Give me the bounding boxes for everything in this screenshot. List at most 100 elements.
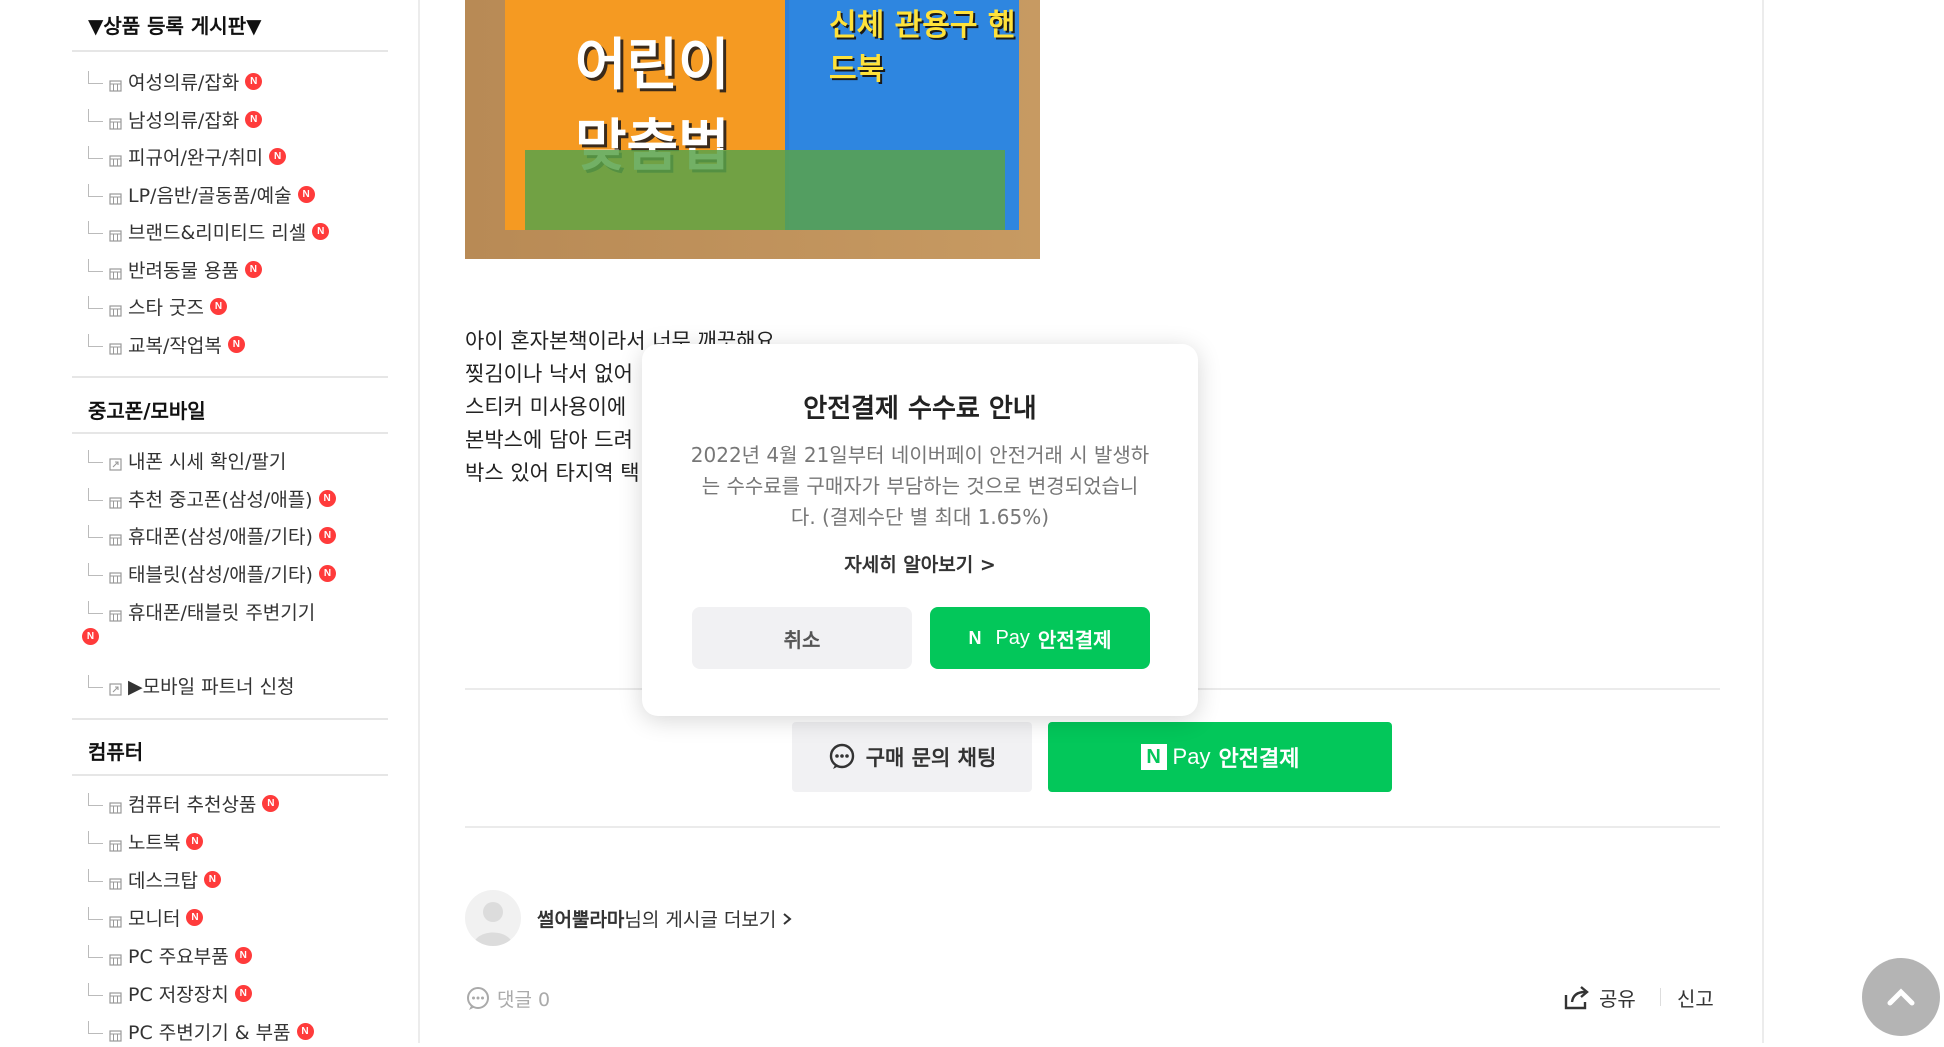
new-badge: N xyxy=(82,628,99,645)
board-icon xyxy=(109,263,122,280)
sidebar-item-label: 컴퓨터 추천상품 xyxy=(128,794,257,816)
sidebar-item[interactable]: 추천 중고폰(삼성/애플) N xyxy=(88,485,336,512)
sidebar-item[interactable]: 모니터 N xyxy=(88,904,204,931)
board-icon xyxy=(109,188,122,205)
tree-line xyxy=(88,907,103,920)
avatar-icon xyxy=(473,902,513,946)
modal-description: 2022년 4월 21일부터 네이버페이 안전거래 시 발생하는 수수료를 구매… xyxy=(690,443,1150,529)
sidebar-item[interactable]: PC 주요부품 N xyxy=(88,942,252,969)
post-body-line: 스티커 미사용이에 xyxy=(465,395,627,419)
report-button[interactable]: 신고 xyxy=(1677,983,1714,1012)
new-badge: N xyxy=(245,73,263,90)
sidebar-divider xyxy=(72,718,388,720)
sidebar-item[interactable]: 컴퓨터 추천상품 N xyxy=(88,790,280,817)
product-photo: 어린이 맞춤법 신체 관용구 핸드북 xyxy=(465,0,1040,259)
sidebar-divider xyxy=(72,50,388,52)
board-icon xyxy=(109,987,122,1004)
tree-line xyxy=(88,793,103,806)
sidebar-item-label: PC 저장장치 xyxy=(128,984,229,1006)
tree-line xyxy=(88,71,103,84)
board-icon xyxy=(109,338,122,355)
sidebar-item-label: 휴대폰/태블릿 주변기기 xyxy=(128,602,316,624)
new-badge: N xyxy=(318,527,336,544)
sidebar-item[interactable]: LP/음반/골동품/예술 N xyxy=(88,181,315,208)
modal-npay-button[interactable]: N Pay 안전결제 xyxy=(930,607,1150,669)
board-icon xyxy=(109,492,122,509)
chat-inquiry-button[interactable]: 구매 문의 채팅 xyxy=(792,722,1032,792)
tree-line xyxy=(88,831,103,844)
sidebar-item[interactable]: 휴대폰(삼성/애플/기타) N xyxy=(88,522,336,549)
sidebar-item[interactable]: 반려동물 용품 N xyxy=(88,256,262,283)
board-icon xyxy=(109,605,122,622)
sidebar-item-label: 반려동물 용품 xyxy=(128,260,239,282)
sidebar-item[interactable]: PC 주변기기 & 부품 N xyxy=(88,1018,314,1045)
sidebar-divider xyxy=(418,0,420,1043)
safe-payment-label: 안전결제 xyxy=(1218,747,1300,772)
author-name: 썰어뿔라마 xyxy=(537,908,625,931)
board-icon xyxy=(109,911,122,928)
tree-line xyxy=(88,146,103,159)
sidebar-item[interactable]: 교복/작업복 N xyxy=(88,331,245,358)
sidebar-item-label: 교복/작업복 xyxy=(128,335,222,357)
safe-payment-label: 안전결제 xyxy=(1037,627,1112,652)
tree-line xyxy=(88,259,103,272)
chevron-right-icon xyxy=(783,912,792,925)
tree-line xyxy=(88,1021,103,1034)
sidebar-item[interactable]: 휴대폰/태블릿 주변기기 N xyxy=(82,598,316,645)
sidebar-item[interactable]: 피규어/완구/취미 N xyxy=(88,143,287,170)
comment-count[interactable]: 댓글 0 xyxy=(465,985,550,1012)
post-body-line: 본박스에 담아 드려 xyxy=(465,428,633,452)
board-icon xyxy=(109,797,122,814)
board-icon xyxy=(109,300,122,317)
chat-bubble-icon xyxy=(829,743,854,769)
sidebar-section-title: 컴퓨터 xyxy=(88,740,144,764)
sidebar-item[interactable]: 여성의류/잡화 N xyxy=(88,68,263,95)
board-icon xyxy=(109,949,122,966)
sidebar-item[interactable]: PC 저장장치 N xyxy=(88,980,252,1007)
board-icon xyxy=(109,113,122,130)
sidebar-item-label: 추천 중고폰(삼성/애플) xyxy=(128,489,313,511)
npay-n-logo: N xyxy=(1140,744,1167,770)
sidebar-item-label: 노트북 xyxy=(128,832,181,854)
cancel-button[interactable]: 취소 xyxy=(692,607,912,669)
board-icon xyxy=(109,835,122,852)
board-icon xyxy=(109,873,122,890)
sidebar-item-label: LP/음반/골동품/예술 xyxy=(128,185,292,207)
sidebar-item[interactable]: 데스크탑 N xyxy=(88,866,221,893)
sidebar-item[interactable]: 내폰 시세 확인/팔기 xyxy=(88,447,286,474)
learn-more-link[interactable]: 자세히 알아보기 > xyxy=(642,550,1198,577)
author-posts-link[interactable]: 썰어뿔라마님의 게시글 더보기 xyxy=(537,905,792,932)
scroll-to-top-button[interactable] xyxy=(1862,958,1940,1036)
tree-line xyxy=(88,675,103,688)
npay-safe-payment-button[interactable]: N Pay 안전결제 xyxy=(1048,722,1392,792)
fee-notice-modal: 안전결제 수수료 안내 2022년 4월 21일부터 네이버페이 안전거래 시 … xyxy=(642,344,1198,716)
action-separator xyxy=(1660,988,1661,1006)
sidebar: ▼상품 등록 게시판▼ 여성의류/잡화 N 남성의류/잡화 N 피규어/완구/취미 N LP/… xyxy=(72,0,388,1045)
external-link-icon xyxy=(109,454,122,471)
tree-line xyxy=(88,109,103,122)
new-badge: N xyxy=(312,223,330,240)
sidebar-item[interactable]: 노트북 N xyxy=(88,828,204,855)
sidebar-item-label: 휴대폰(삼성/애플/기타) xyxy=(128,526,313,548)
share-button[interactable]: 공유 xyxy=(1563,983,1636,1012)
share-label: 공유 xyxy=(1599,987,1636,1011)
sidebar-item-label: 태블릿(삼성/애플/기타) xyxy=(128,564,313,586)
sidebar-item[interactable]: ▶모바일 파트너 신청 xyxy=(88,672,295,699)
sidebar-item[interactable]: 남성의류/잡화 N xyxy=(88,106,263,133)
sidebar-divider xyxy=(72,376,388,378)
tree-line xyxy=(88,983,103,996)
new-badge: N xyxy=(203,871,221,888)
sidebar-item-label: 모니터 xyxy=(128,908,181,930)
tree-line xyxy=(88,563,103,576)
tree-line xyxy=(88,869,103,882)
board-icon xyxy=(109,529,122,546)
sidebar-item[interactable]: 브랜드&리미티드 리셀 N xyxy=(88,218,330,245)
tree-line xyxy=(88,945,103,958)
sidebar-item[interactable]: 태블릿(삼성/애플/기타) N xyxy=(88,560,336,587)
new-badge: N xyxy=(186,833,204,850)
new-badge: N xyxy=(245,111,263,128)
external-link-icon xyxy=(109,679,122,696)
board-icon xyxy=(109,225,122,242)
sidebar-item[interactable]: 스타 굿즈 N xyxy=(88,293,227,320)
avatar[interactable] xyxy=(465,890,521,946)
